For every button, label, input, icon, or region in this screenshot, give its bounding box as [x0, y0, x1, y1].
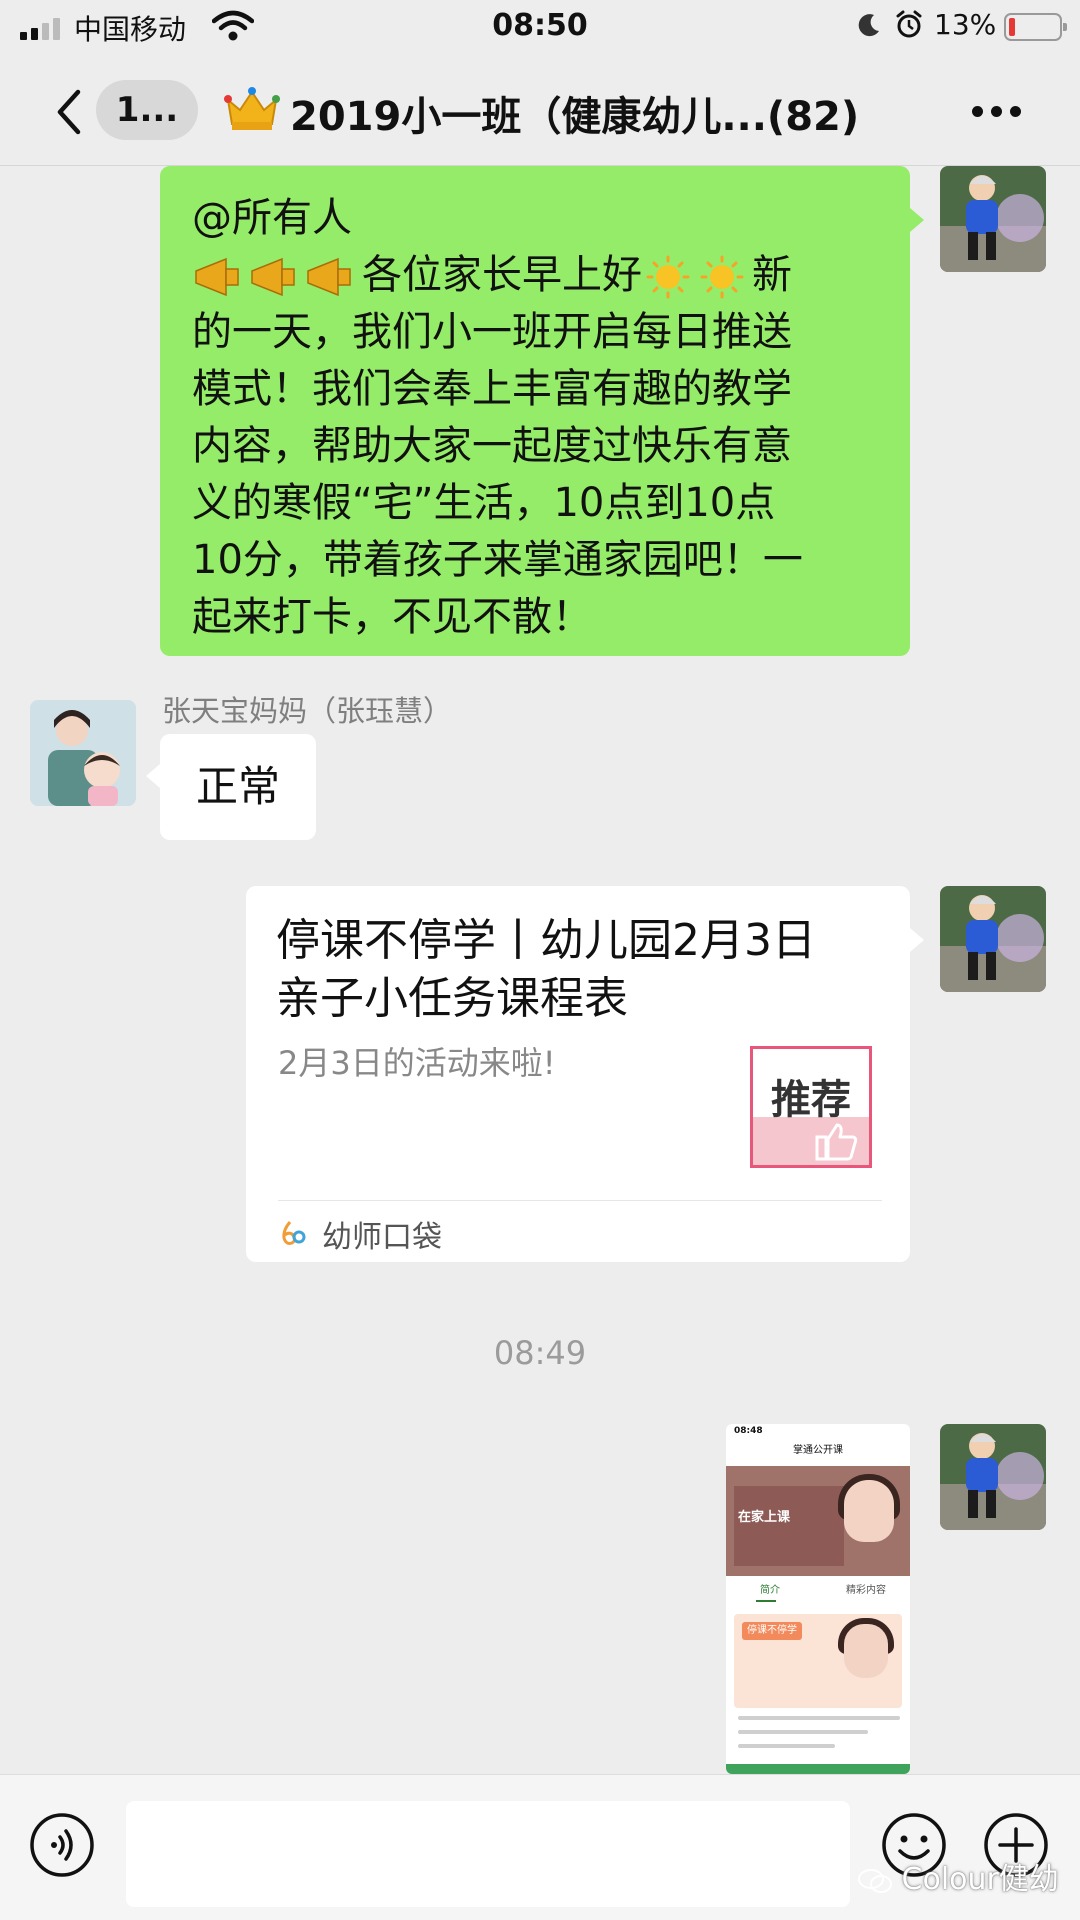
sun-icon: [646, 255, 744, 299]
message-input[interactable]: [126, 1801, 850, 1907]
message-timestamp: 08:49: [493, 1334, 587, 1372]
link-card-thumbnail: 推荐: [750, 1046, 872, 1168]
battery-level: [1009, 18, 1015, 36]
source-logo-icon: [282, 1221, 306, 1245]
reply-bubble[interactable]: 正常: [160, 734, 316, 840]
screenshot-image-message[interactable]: 08:48 掌通公开课 在家上课 简介 精彩内容 停课不停学: [726, 1424, 910, 1774]
avatar[interactable]: [940, 886, 1046, 992]
link-card[interactable]: 停课不停学丨幼儿园2月3日 亲子小任务课程表 2月3日的活动来啦! 推荐 幼师口…: [246, 886, 910, 1262]
announcement-line: 模式！我们会奉上丰富有趣的教学: [192, 366, 792, 412]
sender-name: 张天宝妈妈（张珏慧）: [162, 694, 453, 728]
chat-header: 1... 2019小一班（健康幼儿...(82): [0, 58, 1080, 166]
unread-badge[interactable]: 1...: [96, 80, 198, 140]
bubble-tail: [910, 208, 924, 232]
thumbs-up-icon: [815, 1123, 858, 1161]
more-icon[interactable]: [972, 106, 1022, 118]
announcement-line: 的一天，我们小一班开启每日推送: [192, 309, 792, 355]
announcement-line: 10分，带着孩子来掌通家园吧！一: [192, 537, 803, 583]
watermark: Colour健幼: [858, 1854, 1059, 1898]
avatar[interactable]: [30, 700, 136, 806]
bubble-tail: [910, 928, 924, 952]
megaphone-icon: [195, 257, 351, 297]
input-bar: [0, 1774, 1080, 1920]
greeting-line: 各位家长早上好 新: [192, 247, 878, 304]
chat-title: 2019小一班（健康幼儿...(82): [290, 94, 860, 140]
mention-line: @所有人: [192, 195, 352, 241]
back-icon[interactable]: [50, 86, 90, 138]
shot-nav-title: 掌通公开课: [793, 1445, 843, 1456]
wechat-icon: [858, 1868, 892, 1893]
announcement-line: 起来打卡，不见不散！: [192, 594, 592, 640]
crown-icon: [224, 87, 280, 130]
moon-icon: [858, 14, 879, 37]
shot-status-time: 08:48: [734, 1426, 763, 1436]
status-bar: 中国移动 08:50 13%: [0, 0, 1080, 58]
bubble-tail: [146, 764, 160, 788]
battery-icon: [1004, 13, 1067, 41]
link-card-title: 停课不停学丨幼儿园2月3日 亲子小任务课程表: [276, 915, 816, 1024]
shot-course-card: 停课不停学: [734, 1614, 902, 1708]
alarm-icon: [896, 10, 922, 38]
shot-tabs: 简介 精彩内容: [726, 1576, 910, 1606]
announcement-line: 内容，帮助大家一起度过快乐有意: [192, 423, 792, 469]
link-card-description: 2月3日的活动来啦!: [278, 1044, 556, 1082]
avatar[interactable]: [940, 1424, 1046, 1530]
voice-icon[interactable]: [28, 1811, 96, 1879]
link-card-source: 幼师口袋: [322, 1220, 442, 1255]
shot-hero-image: 在家上课: [726, 1466, 910, 1576]
battery-percent: 13%: [934, 8, 997, 41]
announcement-line: 义的寒假“宅”生活，10点到10点: [192, 480, 776, 526]
thumb-tag: 推荐: [771, 1077, 851, 1123]
avatar[interactable]: [940, 166, 1046, 272]
announcement-bubble[interactable]: @所有人 各位家长早上好 新 的一天，我们小一班开启每日推送 模式！我们会奉上丰…: [160, 166, 910, 656]
